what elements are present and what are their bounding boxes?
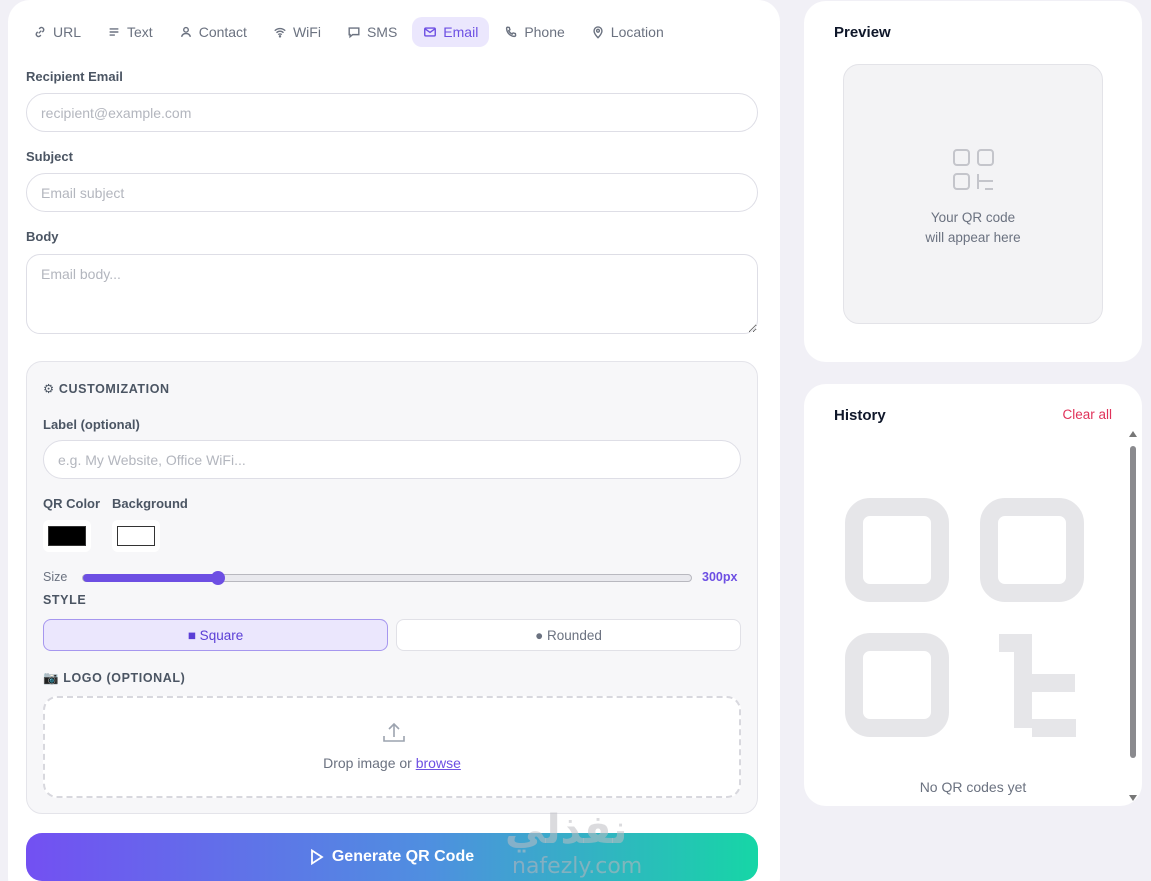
wifi-icon <box>274 27 286 38</box>
logo-dropzone[interactable]: Drop image or browse <box>43 696 741 798</box>
mail-icon <box>424 27 437 37</box>
subject-label: Subject <box>26 149 73 164</box>
label-input[interactable] <box>43 440 741 479</box>
logo-title: 📷 LOGO (OPTIONAL) <box>43 671 186 685</box>
phone-icon <box>506 26 517 38</box>
tab-text[interactable]: Text <box>96 17 164 47</box>
scroll-thumb[interactable] <box>1130 446 1136 758</box>
map-pin-icon <box>593 26 603 39</box>
clear-all-button[interactable]: Clear all <box>1062 407 1112 422</box>
tab-label: URL <box>53 24 82 40</box>
style-rounded-button[interactable]: ● Rounded <box>396 619 741 651</box>
preview-title: Preview <box>834 24 891 41</box>
type-tabs: URL Text Contact WiFi SMS Email Phone Lo… <box>22 17 675 47</box>
label-field-label: Label (optional) <box>43 417 140 432</box>
play-icon <box>310 849 324 865</box>
tab-label: Phone <box>524 24 565 40</box>
preview-placeholder-text: Your QR code will appear here <box>844 208 1102 248</box>
tab-label: Location <box>610 24 664 40</box>
qr-color-picker[interactable] <box>43 520 91 552</box>
text-lines-icon <box>109 28 119 36</box>
qr-color-swatch <box>48 526 86 546</box>
generate-label: Generate QR Code <box>331 848 475 865</box>
size-label: Size <box>43 570 68 584</box>
preview-placeholder-line1: Your QR code <box>930 210 1016 225</box>
browse-link[interactable]: browse <box>416 755 461 771</box>
tab-label: Text <box>127 24 153 40</box>
history-panel: History Clear all No QR codes yet <box>804 384 1142 806</box>
customization-title: ⚙ CUSTOMIZATION <box>43 382 170 396</box>
background-color-swatch <box>117 526 155 546</box>
qr-preview-box: Your QR code will appear here <box>843 64 1103 324</box>
tab-label: SMS <box>366 24 398 40</box>
tab-label: Email <box>443 24 479 40</box>
body-textarea[interactable] <box>26 254 758 334</box>
tab-label: Contact <box>198 24 247 40</box>
qr-color-label: QR Color <box>43 496 101 511</box>
tab-email[interactable]: Email <box>412 17 490 47</box>
history-empty-text: No QR codes yet <box>919 779 1027 795</box>
qr-placeholder-icon <box>953 149 994 190</box>
dropzone-text: Drop image or browse <box>45 755 739 771</box>
tab-wifi[interactable]: WiFi <box>262 17 332 47</box>
tab-sms[interactable]: SMS <box>336 17 408 47</box>
preview-placeholder-line2: will appear here <box>925 230 1021 245</box>
background-color-label: Background <box>112 496 188 511</box>
size-value: 300px <box>702 570 738 584</box>
size-slider-fill <box>83 574 219 582</box>
history-scrollbar[interactable] <box>1128 431 1138 805</box>
user-icon <box>180 26 191 38</box>
size-slider-thumb[interactable] <box>211 571 226 585</box>
generate-qr-button[interactable]: Generate QR Code <box>26 833 758 881</box>
qr-form-panel: URL Text Contact WiFi SMS Email Phone Lo… <box>8 0 780 881</box>
background-color-picker[interactable] <box>112 520 160 552</box>
link-icon <box>35 26 45 38</box>
tab-label: WiFi <box>292 24 321 40</box>
customization-card: ⚙ CUSTOMIZATION Label (optional) QR Colo… <box>26 361 758 814</box>
tab-contact[interactable]: Contact <box>168 17 258 47</box>
chat-icon <box>348 27 360 39</box>
recipient-email-input[interactable] <box>26 93 758 132</box>
drop-label: Drop image or <box>323 755 412 771</box>
empty-history-qr-icon <box>845 498 1084 737</box>
style-title: STYLE <box>43 593 87 607</box>
tab-phone[interactable]: Phone <box>493 17 575 47</box>
scroll-down-arrow[interactable] <box>1129 795 1137 801</box>
upload-icon <box>383 722 405 742</box>
tab-location[interactable]: Location <box>580 17 675 47</box>
recipient-email-label: Recipient Email <box>26 69 123 84</box>
scroll-up-arrow[interactable] <box>1129 431 1137 437</box>
preview-panel: Preview Your QR code will appear here <box>804 1 1142 362</box>
history-title: History <box>834 407 886 424</box>
size-slider[interactable] <box>82 571 692 585</box>
style-square-button[interactable]: ■ Square <box>43 619 388 651</box>
subject-input[interactable] <box>26 173 758 212</box>
tab-url[interactable]: URL <box>22 17 92 47</box>
body-label: Body <box>26 229 59 244</box>
